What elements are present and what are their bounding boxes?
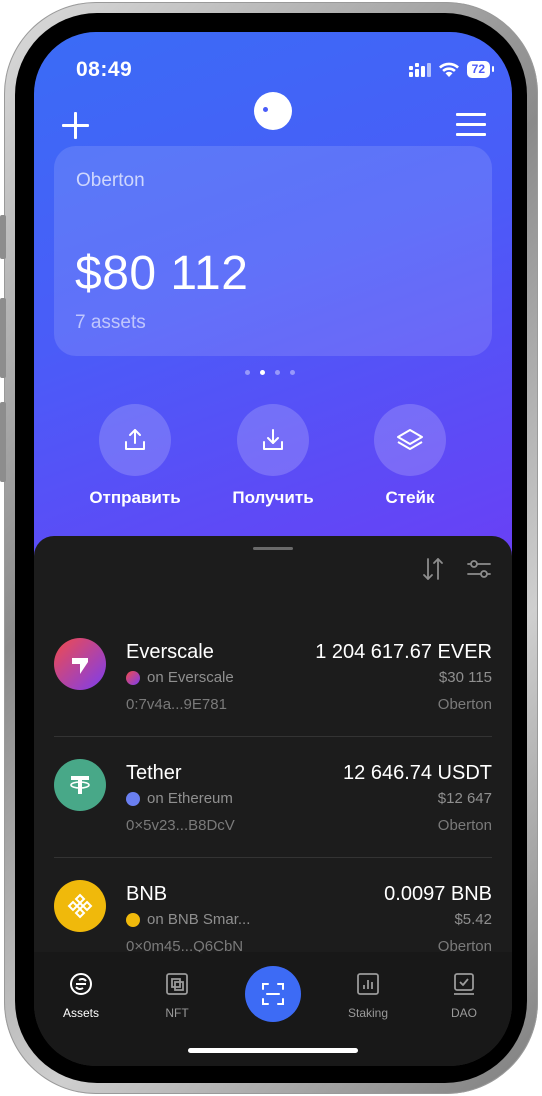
sort-icon[interactable] bbox=[420, 556, 446, 582]
sheet-handle[interactable] bbox=[253, 547, 293, 550]
asset-network: on Everscale bbox=[126, 669, 234, 686]
asset-name: BNB bbox=[126, 883, 168, 905]
scan-icon bbox=[262, 983, 284, 1005]
filter-icon[interactable] bbox=[466, 558, 492, 580]
asset-row-tether[interactable]: Tether on Ethereum 0×5v23...B8DcV 12 646… bbox=[54, 739, 492, 859]
bnb-icon bbox=[54, 880, 106, 932]
card-pager[interactable] bbox=[245, 370, 295, 375]
add-wallet-button[interactable] bbox=[60, 110, 92, 142]
stake-button[interactable]: Стейк bbox=[345, 404, 475, 508]
asset-network: on BNB Smar... bbox=[126, 911, 250, 928]
wallet-card[interactable]: Oberton $80 112 7 assets bbox=[54, 146, 492, 356]
tab-label: NFT bbox=[165, 1006, 189, 1020]
everscale-icon bbox=[54, 638, 106, 690]
asset-fiat-value: $12 647 bbox=[437, 790, 492, 807]
menu-icon[interactable] bbox=[456, 113, 486, 137]
asset-fiat-value: $30 115 bbox=[438, 669, 492, 686]
wallet-balance: $80 112 bbox=[75, 247, 249, 300]
divider bbox=[54, 857, 492, 858]
dao-icon bbox=[454, 973, 474, 995]
asset-network-label: on BNB Smar... bbox=[147, 911, 251, 928]
status-icons: 72 bbox=[408, 61, 495, 78]
asset-wallet: Oberton bbox=[437, 696, 492, 713]
receive-label: Получить bbox=[232, 488, 314, 507]
upload-icon bbox=[125, 429, 145, 450]
mute-switch bbox=[0, 215, 6, 259]
pager-dot[interactable] bbox=[275, 370, 280, 375]
wallet-name: Oberton bbox=[76, 170, 145, 191]
tab-staking[interactable]: Staking bbox=[333, 970, 403, 1020]
bnb-network-icon bbox=[126, 912, 140, 927]
layers-icon bbox=[397, 429, 423, 450]
assets-icon bbox=[70, 973, 92, 995]
app-logo-icon bbox=[254, 92, 292, 130]
screen: 08:49 72 Oberton $80 112 7 assets Отправ… bbox=[34, 32, 512, 1066]
asset-address: 0×5v23...B8DcV bbox=[126, 817, 235, 834]
battery-indicator: 72 bbox=[466, 61, 495, 78]
pager-dot[interactable] bbox=[290, 370, 295, 375]
home-indicator[interactable] bbox=[188, 1048, 358, 1053]
tether-icon bbox=[54, 759, 106, 811]
receive-button[interactable]: Получить bbox=[208, 404, 338, 508]
tab-assets[interactable]: Assets bbox=[46, 970, 116, 1020]
asset-wallet: Oberton bbox=[437, 817, 492, 834]
wallet-actions: Отправить Получить Стейк bbox=[34, 404, 512, 514]
send-label: Отправить bbox=[89, 488, 181, 507]
divider bbox=[54, 736, 492, 737]
wifi-icon bbox=[438, 62, 459, 77]
pager-dot[interactable] bbox=[245, 370, 250, 375]
everscale-network-icon bbox=[126, 670, 140, 685]
staking-icon bbox=[357, 973, 379, 995]
send-button[interactable]: Отправить bbox=[70, 404, 200, 508]
tab-label: DAO bbox=[450, 1006, 477, 1020]
stake-label: Стейк bbox=[385, 488, 435, 507]
tab-label: Staking bbox=[347, 1006, 389, 1020]
volume-down-button bbox=[0, 402, 6, 482]
nft-icon bbox=[166, 973, 188, 995]
wallet-header: 08:49 72 Oberton $80 112 7 assets Отправ… bbox=[34, 32, 512, 572]
asset-name: Tether bbox=[126, 762, 182, 784]
tab-dao[interactable]: DAO bbox=[429, 970, 499, 1020]
asset-fiat-value: $5.42 bbox=[454, 911, 492, 928]
asset-name: Everscale bbox=[126, 641, 214, 663]
tab-nft[interactable]: NFT bbox=[142, 970, 212, 1020]
ethereum-network-icon bbox=[126, 791, 140, 806]
asset-network: on Ethereum bbox=[126, 790, 233, 807]
download-icon bbox=[263, 429, 283, 450]
asset-network-label: on Ethereum bbox=[147, 790, 233, 807]
asset-network-label: on Everscale bbox=[147, 669, 234, 686]
scan-button[interactable] bbox=[245, 966, 301, 1022]
asset-amount: 12 646.74 USDT bbox=[343, 762, 492, 784]
volume-up-button bbox=[0, 298, 6, 378]
status-time: 08:49 bbox=[76, 58, 133, 81]
wallet-assets-count: 7 assets bbox=[75, 312, 146, 333]
asset-address: 0:7v4a...9E781 bbox=[126, 696, 227, 713]
tab-label: Assets bbox=[62, 1006, 99, 1020]
pager-dot-active[interactable] bbox=[260, 370, 265, 375]
asset-amount: 1 204 617.67 EVER bbox=[315, 641, 492, 663]
signal-icon bbox=[408, 62, 431, 77]
asset-row-everscale[interactable]: Everscale on Everscale 0:7v4a...9E781 1 … bbox=[54, 618, 492, 738]
asset-amount: 0.0097 BNB bbox=[384, 883, 492, 905]
